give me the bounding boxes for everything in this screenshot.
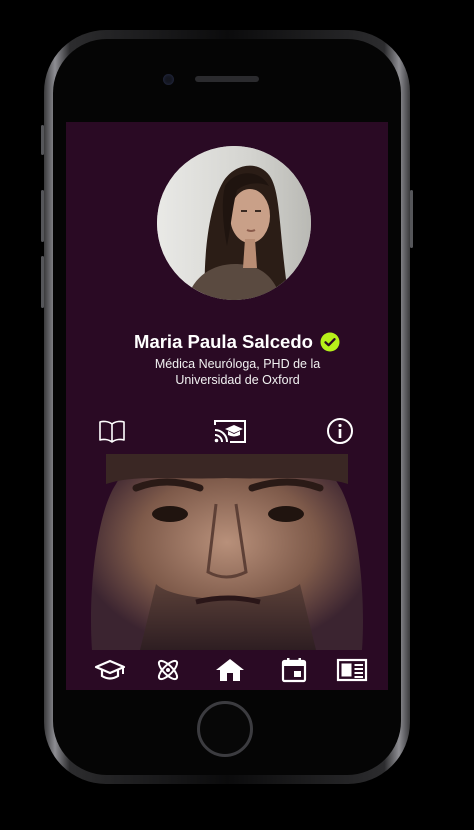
front-camera	[163, 74, 174, 85]
nav-science[interactable]	[154, 650, 182, 690]
tab-info[interactable]	[326, 416, 354, 446]
profile-name-row: Maria Paula Salcedo	[66, 330, 388, 354]
silent-switch	[41, 125, 44, 155]
nav-calendar[interactable]	[280, 650, 308, 690]
cast-education-icon	[214, 420, 246, 443]
tab-cast[interactable]	[213, 416, 247, 446]
profile-title-line: Médica Neuróloga, PHD de la	[154, 357, 321, 371]
home-button[interactable]	[197, 701, 253, 757]
graduation-cap-icon	[94, 659, 126, 680]
nav-courses[interactable]	[94, 650, 126, 690]
profile-name: Maria Paula Salcedo	[134, 331, 313, 352]
video-frame	[66, 454, 388, 650]
profile-avatar	[157, 146, 311, 300]
home-icon	[216, 659, 244, 681]
profile-university-line: Universidad de Oxford	[175, 373, 300, 387]
volume-up-button	[41, 190, 44, 242]
volume-down-button	[41, 256, 44, 308]
app-screen: Maria Paula Salcedo Médica Neuróloga, PH…	[66, 122, 388, 690]
calendar-icon	[281, 658, 307, 683]
info-icon	[327, 418, 353, 444]
profile-subtitle: Médica Neuróloga, PHD de la Universidad …	[106, 356, 369, 388]
verified-check-icon	[320, 332, 340, 352]
bottom-nav	[66, 650, 388, 690]
video-player[interactable]	[66, 454, 388, 650]
book-icon	[99, 420, 125, 443]
profile-tabs	[66, 416, 388, 446]
nav-home[interactable]	[214, 650, 246, 690]
nav-news[interactable]	[336, 650, 368, 690]
atom-icon	[157, 659, 179, 681]
power-button	[410, 190, 413, 248]
avatar-photo	[157, 146, 311, 300]
earpiece-speaker	[195, 76, 259, 82]
newspaper-icon	[336, 658, 368, 682]
tab-book[interactable]	[98, 416, 126, 446]
